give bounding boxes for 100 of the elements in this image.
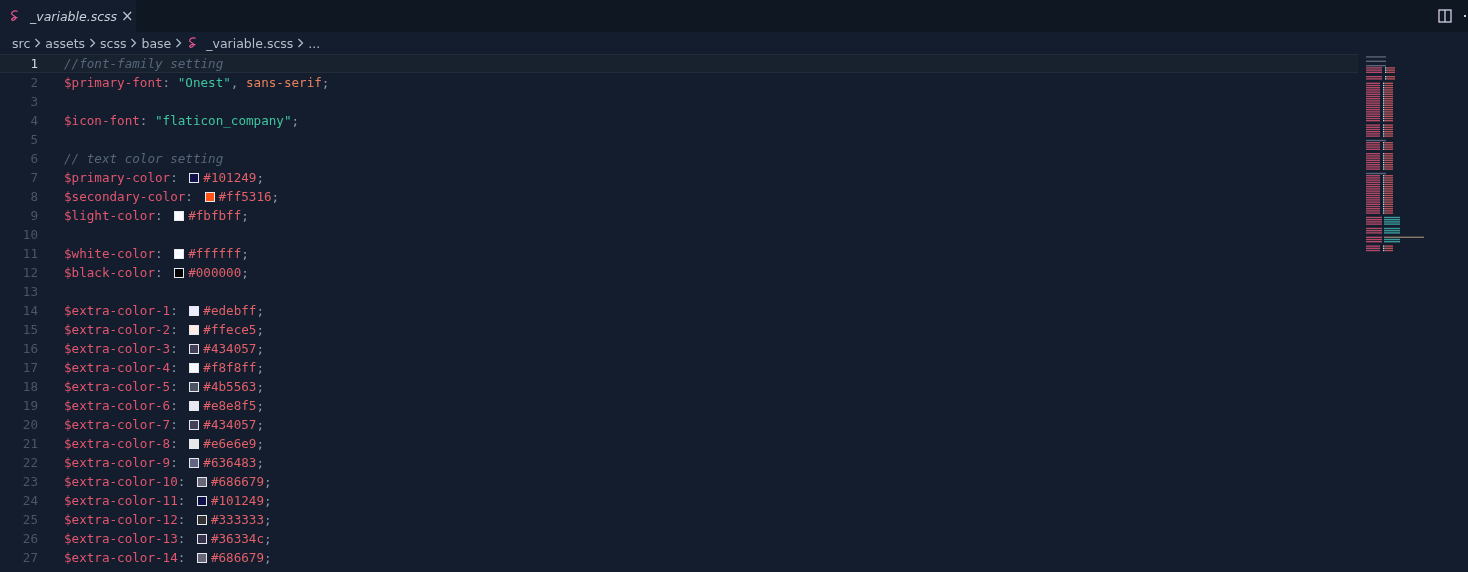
code-text: $white-color: bbox=[64, 246, 164, 261]
color-swatch[interactable] bbox=[189, 400, 200, 411]
line-number: 10 bbox=[21, 227, 38, 242]
line-number: 1 bbox=[29, 56, 38, 71]
code-text: #101249; bbox=[203, 170, 264, 185]
code-text: $extra-color-5: bbox=[64, 379, 179, 394]
code-text: $extra-color-1: bbox=[64, 303, 179, 318]
line-number: 11 bbox=[21, 246, 38, 261]
line-number: 9 bbox=[29, 208, 38, 223]
line-number: 3 bbox=[29, 94, 38, 109]
code-text: #434057; bbox=[203, 417, 264, 432]
breadcrumb-item[interactable]: _variable.scss bbox=[206, 35, 294, 51]
line-number: 7 bbox=[29, 170, 38, 185]
code-text: $extra-color-13: bbox=[64, 531, 187, 546]
code-text: $extra-color-8: bbox=[64, 436, 179, 451]
code-text: $primary-color: bbox=[64, 170, 179, 185]
color-swatch[interactable] bbox=[189, 419, 200, 430]
code-text: #686679; bbox=[210, 550, 272, 565]
split-editor-icon[interactable] bbox=[1438, 9, 1452, 23]
line-number: 17 bbox=[21, 360, 38, 375]
color-swatch[interactable] bbox=[196, 495, 207, 506]
line-number: 13 bbox=[21, 284, 38, 299]
chevron-icon bbox=[297, 38, 305, 48]
code-text: $extra-color-12: bbox=[64, 512, 187, 527]
color-swatch[interactable] bbox=[196, 552, 207, 563]
color-swatch[interactable] bbox=[196, 476, 207, 487]
chevron-icon bbox=[130, 38, 138, 48]
code-text: $primary-font: "Onest", sans-serif; bbox=[64, 75, 330, 90]
breadcrumb-item[interactable]: base bbox=[141, 35, 172, 51]
code-text: #ff5316; bbox=[218, 189, 280, 204]
code-text: $extra-color-7: bbox=[64, 417, 179, 432]
editor-tab[interactable]: _variable.scss bbox=[0, 0, 120, 32]
color-swatch[interactable] bbox=[189, 343, 200, 354]
line-number: 25 bbox=[21, 512, 38, 527]
code-text: #4b5563; bbox=[203, 379, 264, 394]
color-swatch[interactable] bbox=[189, 324, 200, 335]
color-swatch[interactable] bbox=[189, 438, 200, 449]
code-text: #686679; bbox=[210, 474, 272, 489]
code-text: #333333; bbox=[210, 512, 272, 527]
code-text: $extra-color-6: bbox=[64, 398, 179, 413]
code-text: $extra-color-14: bbox=[64, 550, 187, 565]
code-text: #36334c; bbox=[210, 531, 272, 546]
code-text: $extra-color-11: bbox=[64, 493, 187, 508]
line-number: 8 bbox=[29, 189, 38, 204]
breadcrumb-item[interactable]: scss bbox=[100, 35, 127, 51]
chevron-icon bbox=[175, 38, 183, 48]
code-text: $extra-color-3: bbox=[64, 341, 179, 356]
color-swatch[interactable] bbox=[189, 172, 200, 183]
color-swatch[interactable] bbox=[189, 305, 200, 316]
color-swatch[interactable] bbox=[174, 210, 185, 221]
line-number: 6 bbox=[29, 151, 38, 166]
line-number: 15 bbox=[21, 322, 38, 337]
code-text: #101249; bbox=[210, 493, 272, 508]
code-text: #ffece5; bbox=[203, 322, 264, 337]
code-text: $light-color: bbox=[64, 208, 164, 223]
line-number: 26 bbox=[21, 531, 38, 546]
line-number: 24 bbox=[21, 493, 38, 508]
code-text: #f8f8ff; bbox=[203, 360, 264, 375]
code-text: #ffffff; bbox=[188, 246, 249, 261]
chevron-icon bbox=[34, 38, 42, 48]
breadcrumb-item[interactable]: src bbox=[12, 35, 31, 51]
code-text: #e8e8f5; bbox=[203, 398, 264, 413]
line-number: 14 bbox=[21, 303, 38, 318]
more-icon[interactable] bbox=[1464, 14, 1468, 18]
code-text: #000000; bbox=[188, 265, 249, 280]
code-text: #e6e6e9; bbox=[203, 436, 264, 451]
line-number: 19 bbox=[21, 398, 38, 413]
color-swatch[interactable] bbox=[196, 514, 207, 525]
color-swatch[interactable] bbox=[204, 191, 215, 202]
line-number: 23 bbox=[21, 474, 38, 489]
line-number: 4 bbox=[29, 113, 38, 128]
line-number: 22 bbox=[21, 455, 38, 470]
color-swatch[interactable] bbox=[189, 457, 200, 468]
code-text: $black-color: bbox=[64, 265, 164, 280]
color-swatch[interactable] bbox=[196, 533, 207, 544]
line-number: 5 bbox=[29, 132, 38, 147]
color-swatch[interactable] bbox=[174, 248, 185, 259]
line-number: 27 bbox=[21, 550, 38, 565]
code-text: // text color setting bbox=[64, 151, 224, 166]
color-swatch[interactable] bbox=[189, 362, 200, 373]
line-number: 21 bbox=[21, 436, 38, 451]
breadcrumb-item[interactable]: assets bbox=[45, 35, 86, 51]
code-text: $extra-color-9: bbox=[64, 455, 179, 470]
color-swatch[interactable] bbox=[189, 381, 200, 392]
code-text: #636483; bbox=[203, 455, 264, 470]
line-number: 18 bbox=[21, 379, 38, 394]
code-text: $secondary-color: bbox=[64, 189, 194, 204]
close-button[interactable]: × bbox=[119, 0, 136, 32]
code-text: #edebff; bbox=[203, 303, 264, 318]
line-number: 16 bbox=[21, 341, 38, 356]
line-number: 2 bbox=[29, 75, 38, 90]
color-swatch[interactable] bbox=[174, 267, 185, 278]
code-text: #fbfbff; bbox=[188, 208, 249, 223]
code-text: $icon-font: "flaticon_company"; bbox=[64, 113, 300, 128]
chevron-icon bbox=[89, 38, 97, 48]
code-text: #434057; bbox=[203, 341, 264, 356]
code-text: $extra-color-4: bbox=[64, 360, 179, 375]
breadcrumb-item[interactable]: ... bbox=[308, 35, 321, 51]
line-number: 20 bbox=[21, 417, 38, 432]
code-text: //font-family setting bbox=[64, 56, 224, 71]
